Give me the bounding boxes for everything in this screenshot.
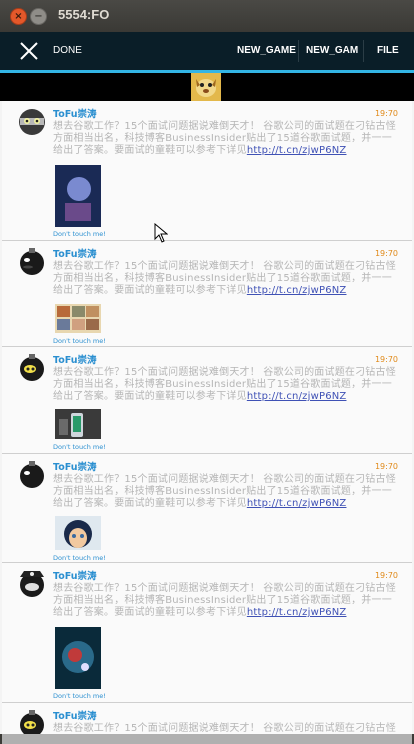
post-username[interactable]: ToFu崇涛 — [53, 459, 97, 473]
post-caption: Don't touch me! — [53, 230, 106, 238]
action-bar: DONE NEW_GAME NEW_GAM FILE — [0, 32, 414, 73]
post-link[interactable]: http://t.cn/zjwP6NZ — [247, 498, 347, 509]
post-image[interactable] — [55, 304, 101, 333]
post-username[interactable]: ToFu崇涛 — [53, 246, 97, 260]
post-link[interactable]: http://t.cn/zjwP6NZ — [247, 285, 347, 296]
post-text: 想去谷歌工作？15个面试问题据说难倒天才！ 谷歌公司的面试题在刁钻古怪方面相当出… — [53, 261, 396, 296]
sleepy-bomb-avatar — [20, 710, 44, 734]
post-text: 想去谷歌工作？15个面试问题据说难倒天才！ 谷歌公司的面试题在刁钻古怪方面相当出… — [53, 583, 396, 618]
window-title: 5554:FO — [58, 7, 110, 22]
feed-post[interactable]: ToFu崇涛 19:70 想去谷歌工作？15个面试问题据说难倒天才！ 谷歌公司的… — [2, 563, 412, 703]
sleepy-bomb-avatar — [20, 354, 44, 381]
post-time: 19:70 — [374, 249, 398, 258]
bomb-avatar — [20, 461, 44, 488]
post-text: 想去谷歌工作？15个面试问题据说难倒天才！ 谷歌公司的面试题在刁钻古怪方面相当出… — [53, 367, 396, 402]
dog-logo-icon — [191, 73, 221, 101]
new-gam-menu-item[interactable]: NEW_GAM — [306, 45, 358, 56]
post-link[interactable]: http://t.cn/zjwP6NZ — [247, 391, 347, 402]
post-text: 想去谷歌工作？15个面试问题据说难倒天才！ 谷歌公司的面试题在刁钻古怪方面相当出… — [53, 121, 396, 156]
feed-post[interactable]: ToFu崇涛 19:70 想去谷歌工作？15个面试问题据说难倒天才！ 谷歌公司的… — [2, 454, 412, 563]
post-time: 19:70 — [374, 109, 398, 118]
post-username[interactable]: ToFu崇涛 — [53, 708, 97, 722]
window-minimize-button[interactable]: − — [30, 8, 47, 25]
feed-post[interactable]: ToFu崇涛 19:70 想去谷歌工作？15个面试问题据说难倒天才！ 谷歌公司的… — [2, 347, 412, 454]
header-strip — [0, 73, 414, 101]
ninja-bomb-avatar — [19, 109, 45, 135]
post-text: 想去谷歌工作？15个面试问题据说难倒天才！ 谷歌公司的面试题在刁钻古怪方面相当出… — [53, 474, 396, 509]
post-username[interactable]: ToFu崇涛 — [53, 568, 97, 582]
feed-post[interactable]: ToFu崇涛 想去谷歌工作？15个面试问题据说难倒天才！ 谷歌公司的面试题在刁钻… — [2, 703, 412, 734]
post-link[interactable]: http://t.cn/zjwP6NZ — [247, 145, 347, 156]
bomb-avatar — [20, 248, 44, 275]
post-caption: Don't touch me! — [53, 337, 106, 345]
post-caption: Don't touch me! — [53, 554, 106, 562]
feed-post[interactable]: ToFu崇涛 19:70 想去谷歌工作？15个面试问题据说难倒天才！ 谷歌公司的… — [2, 101, 412, 241]
post-image[interactable] — [55, 516, 101, 550]
feed-list[interactable]: ToFu崇涛 19:70 想去谷歌工作？15个面试问题据说难倒天才！ 谷歌公司的… — [0, 101, 414, 734]
pirate-bomb-avatar — [20, 571, 44, 597]
window-titlebar: × − 5554:FO — [0, 0, 414, 32]
post-time: 19:70 — [374, 355, 398, 364]
post-image[interactable] — [55, 165, 101, 227]
post-caption: Don't touch me! — [53, 443, 106, 451]
menu-divider — [298, 40, 299, 62]
file-menu-item[interactable]: FILE — [377, 45, 399, 56]
menu-divider — [363, 40, 364, 62]
new-game-menu-item[interactable]: NEW_GAME — [237, 45, 296, 56]
post-image[interactable] — [55, 627, 101, 689]
window-close-button[interactable]: × — [10, 8, 27, 25]
post-username[interactable]: ToFu崇涛 — [53, 106, 97, 120]
post-link[interactable]: http://t.cn/zjwP6NZ — [247, 607, 347, 618]
post-image[interactable] — [55, 409, 101, 439]
post-time: 19:70 — [374, 462, 398, 471]
close-icon[interactable] — [18, 40, 40, 62]
post-username[interactable]: ToFu崇涛 — [53, 352, 97, 366]
post-caption: Don't touch me! — [53, 692, 106, 700]
feed-post[interactable]: ToFu崇涛 19:70 想去谷歌工作？15个面试问题据说难倒天才！ 谷歌公司的… — [2, 241, 412, 347]
mouse-cursor-icon — [154, 223, 168, 243]
post-time: 19:70 — [374, 571, 398, 580]
bottom-bar — [2, 734, 412, 744]
done-button[interactable]: DONE — [53, 45, 82, 56]
post-text: 想去谷歌工作？15个面试问题据说难倒天才！ 谷歌公司的面试题在刁钻古怪方面相当出… — [53, 723, 396, 734]
